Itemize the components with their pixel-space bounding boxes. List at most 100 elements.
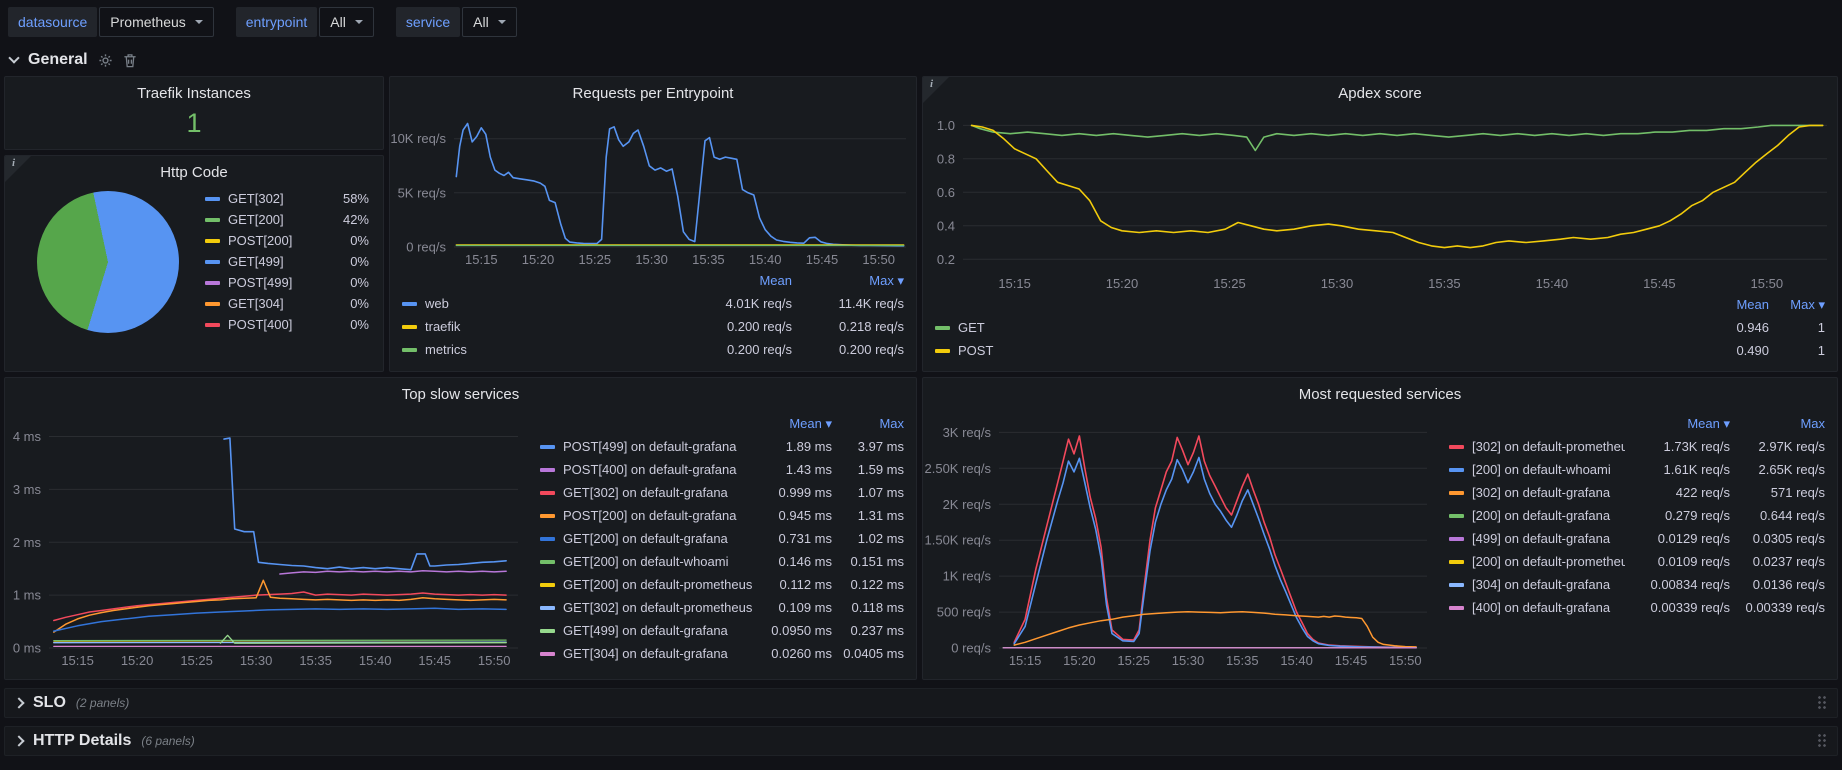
legend-series-label[interactable]: GET[304] on default-grafana	[540, 646, 754, 661]
legend-sort-max[interactable]: Max	[1730, 416, 1825, 431]
legend-row: GET[499]0%	[205, 251, 369, 272]
legend-series-label[interactable]: [200] on default-whoami	[1449, 462, 1625, 477]
variable-datasource-label: datasource	[8, 7, 97, 37]
legend-series-label[interactable]: POST[499] on default-grafana	[540, 439, 754, 454]
panel-title[interactable]: Apdex score	[1338, 85, 1421, 102]
svg-text:15:30: 15:30	[635, 252, 668, 267]
legend-value: 0.122 ms	[832, 577, 904, 592]
legend-series-label[interactable]: GET[200] on default-prometheus	[540, 577, 754, 592]
svg-text:15:45: 15:45	[1643, 276, 1676, 291]
top-slow-chart[interactable]: 0 ms1 ms2 ms3 ms4 ms15:1515:2015:2515:30…	[5, 410, 528, 670]
row-http-details[interactable]: HTTP Details (6 panels)	[4, 726, 1838, 756]
legend-series-label[interactable]: POST[200] on default-grafana	[540, 508, 754, 523]
legend-row: POST0.4901	[935, 339, 1825, 362]
legend-value: 1.43 ms	[754, 462, 832, 477]
row-general-title[interactable]: General	[28, 51, 88, 69]
legend-sort-mean[interactable]: Mean ▾	[1625, 416, 1730, 432]
legend-value: 0.0109 req/s	[1625, 554, 1730, 569]
legend-series-label[interactable]: GET[200]	[205, 212, 325, 227]
legend-series-label[interactable]: GET[302] on default-grafana	[540, 485, 754, 500]
requests-chart[interactable]: 0 req/s5K req/s10K req/s15:1515:2015:251…	[390, 109, 916, 269]
legend-series-label[interactable]: metrics	[402, 342, 680, 357]
panel-title[interactable]: Http Code	[160, 164, 228, 181]
svg-text:5K req/s: 5K req/s	[398, 185, 447, 200]
legend-row: [200] on default-grafana0.279 req/s0.644…	[1449, 504, 1825, 527]
legend-value: 1	[1769, 343, 1825, 358]
legend-series-label[interactable]: GET[200] on default-grafana	[540, 531, 754, 546]
series-color-swatch	[1449, 468, 1464, 472]
legend-series-label[interactable]: GET	[935, 320, 1679, 335]
svg-text:15:20: 15:20	[1106, 276, 1139, 291]
row-drag-handle[interactable]	[1817, 695, 1827, 711]
panel-title[interactable]: Most requested services	[1299, 386, 1462, 403]
variable-entrypoint-value[interactable]: All	[319, 7, 374, 37]
row-settings-button[interactable]	[98, 53, 113, 68]
legend-series-label[interactable]: [200] on default-prometheus	[1449, 554, 1625, 569]
legend-series-label[interactable]: [400] on default-grafana	[1449, 600, 1625, 615]
legend-series-label[interactable]: GET[302]	[205, 191, 325, 206]
variable-entrypoint-selected: All	[330, 14, 346, 30]
legend-series-label[interactable]: traefik	[402, 319, 680, 334]
legend-series-label[interactable]: GET[302] on default-prometheus	[540, 600, 754, 615]
legend-row: GET[304]0%	[205, 293, 369, 314]
variable-entrypoint-label: entrypoint	[236, 7, 317, 37]
legend-sort-max[interactable]: Max	[832, 416, 904, 431]
row-drag-handle[interactable]	[1817, 733, 1827, 749]
panel-info-icon[interactable]: i	[923, 77, 949, 103]
legend-value: 0%	[325, 296, 369, 311]
legend-value: 0.118 ms	[832, 600, 904, 615]
most-requested-chart[interactable]: 0 req/s500 req/s1K req/s1.50K req/s2K re…	[923, 410, 1437, 670]
legend-series-label[interactable]: web	[402, 296, 680, 311]
legend-sort-max[interactable]: Max ▾	[792, 273, 904, 289]
legend-row: POST[499] on default-grafana1.89 ms3.97 …	[540, 435, 904, 458]
most-requested-legend: Mean ▾Max [302] on default-prometheus1.73…	[1437, 410, 1837, 623]
svg-text:15:25: 15:25	[1117, 653, 1150, 668]
panel-title[interactable]: Traefik Instances	[137, 85, 251, 102]
svg-text:0 ms: 0 ms	[13, 641, 42, 656]
legend-value: 0.200 req/s	[680, 342, 792, 357]
legend-sort-mean[interactable]: Mean ▾	[754, 416, 832, 432]
legend-value: 0.00339 req/s	[1730, 600, 1825, 615]
variable-datasource: datasource Prometheus	[8, 7, 214, 37]
legend-series-label[interactable]: GET[499] on default-grafana	[540, 623, 754, 638]
legend-series-label[interactable]: POST[499]	[205, 275, 325, 290]
svg-text:1.50K req/s: 1.50K req/s	[925, 533, 992, 548]
panel-title[interactable]: Top slow services	[402, 386, 520, 403]
legend-sort-mean[interactable]: Mean	[1679, 297, 1769, 312]
svg-text:0.2: 0.2	[937, 252, 955, 267]
svg-text:0.6: 0.6	[937, 185, 955, 200]
legend-series-label[interactable]: [302] on default-prometheus	[1449, 439, 1625, 454]
legend-value: 0.00834 req/s	[1625, 577, 1730, 592]
legend-series-label[interactable]: GET[200] on default-whoami	[540, 554, 754, 569]
legend-series-label[interactable]: GET[499]	[205, 254, 325, 269]
legend-series-label[interactable]: POST[200]	[205, 233, 325, 248]
legend-row: GET[200] on default-prometheus0.112 ms0.…	[540, 573, 904, 596]
row-slo[interactable]: SLO (2 panels)	[4, 688, 1838, 718]
row-delete-button[interactable]	[123, 53, 137, 68]
chevron-down-icon	[498, 20, 506, 24]
legend-sort-max[interactable]: Max ▾	[1769, 297, 1825, 313]
legend-value: 58%	[325, 191, 369, 206]
legend-series-label[interactable]: [200] on default-grafana	[1449, 508, 1625, 523]
legend-row: POST[200]0%	[205, 230, 369, 251]
apdex-legend: MeanMax ▾GET0.9461POST0.4901	[923, 293, 1837, 366]
series-color-swatch	[1449, 491, 1464, 495]
legend-sort-mean[interactable]: Mean	[680, 273, 792, 288]
legend-series-label[interactable]: [302] on default-grafana	[1449, 485, 1625, 500]
apdex-chart[interactable]: 0.20.40.60.81.015:1515:2015:2515:3015:35…	[923, 109, 1837, 293]
panel-info-icon[interactable]: i	[5, 156, 31, 182]
legend-series-label[interactable]: POST[400]	[205, 317, 325, 332]
legend-value: 1.73K req/s	[1625, 439, 1730, 454]
chart-svg: 0 req/s5K req/s10K req/s15:1515:2015:251…	[390, 109, 916, 269]
legend-value: 0.0305 req/s	[1730, 531, 1825, 546]
variable-service-value[interactable]: All	[462, 7, 517, 37]
legend-series-label[interactable]: [499] on default-grafana	[1449, 531, 1625, 546]
trash-icon	[123, 53, 137, 68]
legend-value: 2.97K req/s	[1730, 439, 1825, 454]
panel-title[interactable]: Requests per Entrypoint	[573, 85, 734, 102]
legend-series-label[interactable]: POST	[935, 343, 1679, 358]
legend-series-label[interactable]: [304] on default-grafana	[1449, 577, 1625, 592]
legend-series-label[interactable]: POST[400] on default-grafana	[540, 462, 754, 477]
legend-series-label[interactable]: GET[304]	[205, 296, 325, 311]
variable-datasource-value[interactable]: Prometheus	[99, 7, 213, 37]
